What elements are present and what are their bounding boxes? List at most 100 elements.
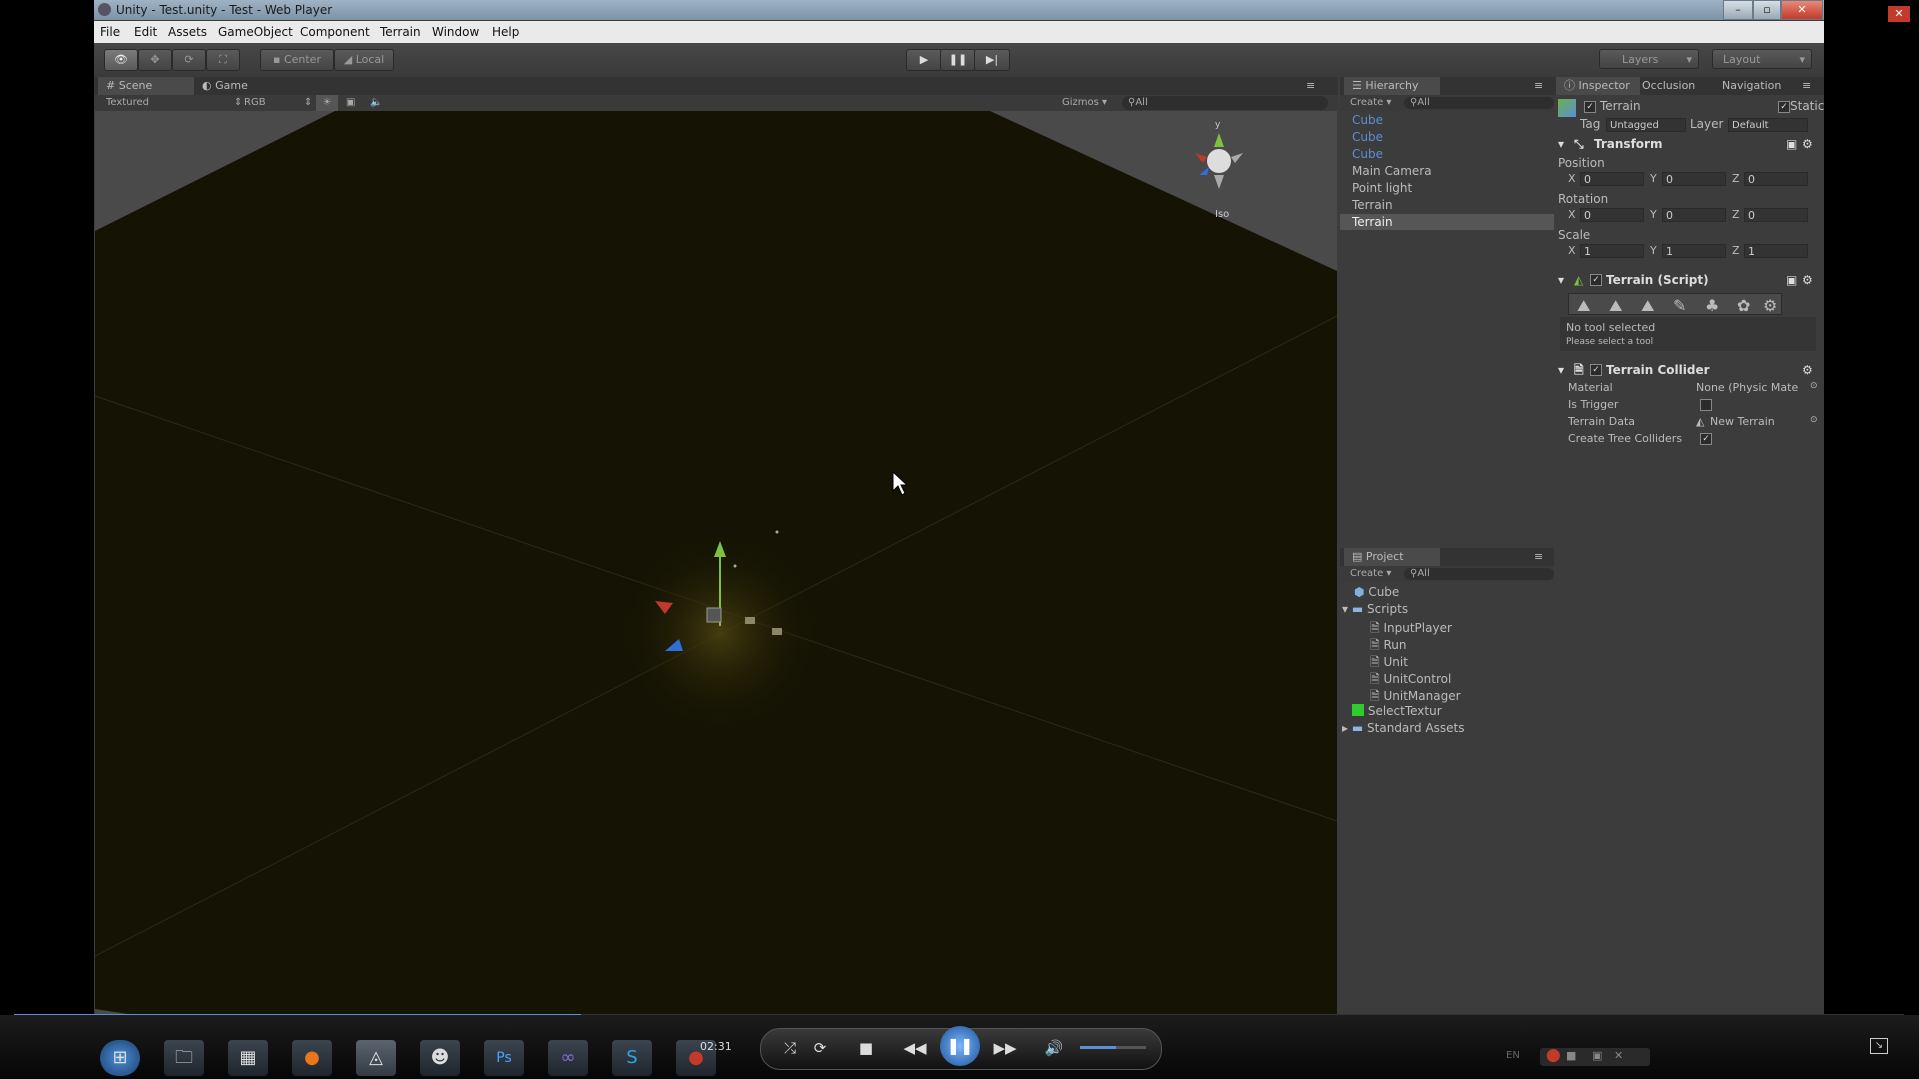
record-tray-icon[interactable]: ⬤	[1546, 1048, 1561, 1063]
tray-icon[interactable]: ✕	[1614, 1049, 1623, 1062]
create-tree-colliders-checkbox[interactable]: ✓	[1700, 433, 1712, 445]
menu-terrain[interactable]: Terrain	[380, 21, 421, 43]
menu-assets[interactable]: Assets	[168, 21, 207, 43]
tab-navigation[interactable]: Navigation	[1714, 77, 1800, 95]
hierarchy-create-dropdown[interactable]: Create ▾	[1350, 95, 1391, 111]
static-checkbox[interactable]: ✓	[1778, 101, 1790, 113]
terrain-settings-icon[interactable]: ⚙	[1763, 296, 1777, 315]
lighting-toggle-icon[interactable]: ☀	[316, 95, 338, 111]
object-picker-icon[interactable]: ⊙	[1810, 415, 1818, 425]
smooth-height-icon[interactable]: ⛰	[1641, 296, 1654, 316]
paint-height-icon[interactable]: ⛰	[1609, 296, 1622, 316]
object-picker-icon[interactable]: ⊙	[1810, 381, 1818, 391]
pivot-center-button[interactable]: ▪ Center	[260, 49, 334, 71]
taskbar-unity[interactable]: ◬	[356, 1040, 396, 1076]
hierarchy-item-point-light[interactable]: Point light	[1352, 181, 1412, 195]
help-book-icon[interactable]: ▣	[1786, 135, 1797, 153]
menu-window[interactable]: Window	[432, 21, 479, 43]
raise-terrain-icon[interactable]: ⛰	[1577, 296, 1590, 316]
draw-mode-dropdown[interactable]: Textured	[106, 95, 149, 111]
hierarchy-item-terrain-selected[interactable]: Terrain	[1352, 215, 1393, 229]
terrain-data-field[interactable]: New Terrain	[1710, 415, 1775, 428]
hierarchy-item-main-camera[interactable]: Main Camera	[1352, 164, 1432, 178]
tab-scene[interactable]: # Scene	[98, 77, 194, 95]
object-name-field[interactable]: Terrain	[1600, 99, 1641, 113]
shuffle-icon[interactable]: ⤮	[778, 1036, 802, 1060]
start-button[interactable]: ⊞	[100, 1040, 140, 1076]
scale-y-field[interactable]: 1	[1662, 244, 1726, 258]
scene-image-toggle-icon[interactable]: ▣	[346, 95, 355, 111]
menu-help[interactable]: Help	[492, 21, 519, 43]
volume-icon[interactable]: 🔊	[1042, 1036, 1066, 1060]
panel-menu-icon[interactable]: ≡	[1534, 548, 1554, 566]
panel-menu-icon[interactable]: ≡	[1306, 77, 1326, 95]
render-mode-dropdown[interactable]: RGB	[244, 95, 266, 111]
hierarchy-item-terrain[interactable]: Terrain	[1352, 198, 1393, 212]
volume-slider[interactable]	[1080, 1046, 1146, 1049]
taskbar-skype[interactable]: S	[612, 1040, 652, 1076]
taskbar-media-player[interactable]: ▦	[228, 1040, 268, 1076]
layer-dropdown[interactable]: Default	[1728, 118, 1808, 132]
project-item-selecttexture[interactable]: SelectTextur	[1352, 704, 1442, 718]
move-tool-button[interactable]: ✥	[138, 49, 172, 71]
rotation-x-field[interactable]: 0	[1580, 208, 1644, 222]
taskbar-app-avatar[interactable]: ☻	[420, 1040, 460, 1076]
project-create-dropdown[interactable]: Create ▾	[1350, 566, 1391, 582]
projection-label[interactable]: Iso	[1215, 209, 1229, 220]
gear-icon[interactable]: ⚙	[1802, 361, 1813, 379]
gizmos-dropdown[interactable]: Gizmos ▾	[1062, 95, 1107, 111]
scene-search-input[interactable]: ⚲All	[1122, 96, 1328, 110]
scale-z-field[interactable]: 1	[1744, 244, 1808, 258]
rotate-tool-button[interactable]: ⟳	[172, 49, 206, 71]
position-z-field[interactable]: 0	[1744, 172, 1808, 186]
hand-tool-button[interactable]: 👁	[104, 49, 138, 71]
tray-icon[interactable]: ■	[1566, 1049, 1576, 1062]
tab-project[interactable]: ▤ Project	[1344, 548, 1440, 566]
gear-icon[interactable]: ⚙	[1802, 135, 1813, 153]
terrain-script-header[interactable]: ▾ ◭ ✓ Terrain (Script) ▣ ⚙	[1554, 271, 1818, 289]
audio-toggle-icon[interactable]: 🔈	[370, 95, 382, 111]
paint-texture-icon[interactable]: ✎	[1673, 296, 1686, 315]
paint-details-icon[interactable]: ✿	[1737, 296, 1750, 315]
terrain-script-enabled-checkbox[interactable]: ✓	[1590, 274, 1602, 286]
project-folder-scripts[interactable]: ▾ ▬ Scripts	[1342, 602, 1408, 616]
stop-icon[interactable]: ■	[854, 1036, 878, 1060]
close-button[interactable]: ✕	[1781, 0, 1823, 20]
menu-component[interactable]: Component	[300, 21, 370, 43]
tray-icon[interactable]: ▣	[1592, 1049, 1602, 1062]
project-search-input[interactable]: ⚲All	[1404, 568, 1554, 580]
tag-dropdown[interactable]: Untagged	[1606, 118, 1686, 132]
tab-hierarchy[interactable]: ☰ Hierarchy	[1344, 77, 1440, 95]
step-button[interactable]: ▶|	[974, 49, 1010, 71]
pause-button[interactable]: ❚❚	[940, 1026, 980, 1066]
is-trigger-checkbox[interactable]	[1700, 399, 1712, 411]
tab-inspector[interactable]: ⓘ Inspector	[1556, 77, 1640, 95]
help-book-icon[interactable]: ▣	[1786, 271, 1797, 289]
maximize-button[interactable]: ▫	[1753, 0, 1781, 20]
taskbar-firefox[interactable]: ●	[292, 1040, 332, 1076]
menu-gameobject[interactable]: GameObject	[218, 21, 293, 43]
hierarchy-item-cube[interactable]: Cube	[1352, 130, 1383, 144]
taskbar-visual-studio[interactable]: ∞	[548, 1040, 588, 1076]
terrain-collider-header[interactable]: ▾ 🗎 ✓ Terrain Collider ⚙	[1554, 361, 1818, 379]
fast-forward-icon[interactable]: ▶▶	[988, 1036, 1022, 1060]
rotation-y-field[interactable]: 0	[1662, 208, 1726, 222]
tab-occlusion[interactable]: Occlusion	[1634, 77, 1716, 95]
selected-object-cube[interactable]	[706, 607, 722, 623]
place-trees-icon[interactable]: ♣	[1705, 296, 1719, 315]
scene-viewport[interactable]: y Iso	[95, 111, 1337, 1015]
rewind-icon[interactable]: ◀◀	[898, 1036, 932, 1060]
material-field[interactable]: None (Physic Mate	[1696, 381, 1808, 394]
player-close-button[interactable]: ✕	[1888, 6, 1910, 22]
transform-header[interactable]: ▾ ⤡ Transform ▣ ⚙	[1554, 135, 1818, 153]
layers-dropdown[interactable]: Layers ▾	[1599, 49, 1699, 69]
hierarchy-search-input[interactable]: ⚲All	[1404, 97, 1554, 109]
active-checkbox[interactable]: ✓	[1584, 101, 1596, 113]
pivot-local-button[interactable]: ◢ Local	[334, 49, 394, 71]
project-folder-standard-assets[interactable]: ▸ ▬ Standard Assets	[1342, 721, 1465, 735]
repeat-icon[interactable]: ⟳	[808, 1036, 832, 1060]
scale-tool-button[interactable]: ⛶	[206, 49, 240, 71]
pause-button[interactable]: ❚❚	[940, 49, 976, 71]
hierarchy-item-cube[interactable]: Cube	[1352, 113, 1383, 127]
menu-edit[interactable]: Edit	[134, 21, 157, 43]
